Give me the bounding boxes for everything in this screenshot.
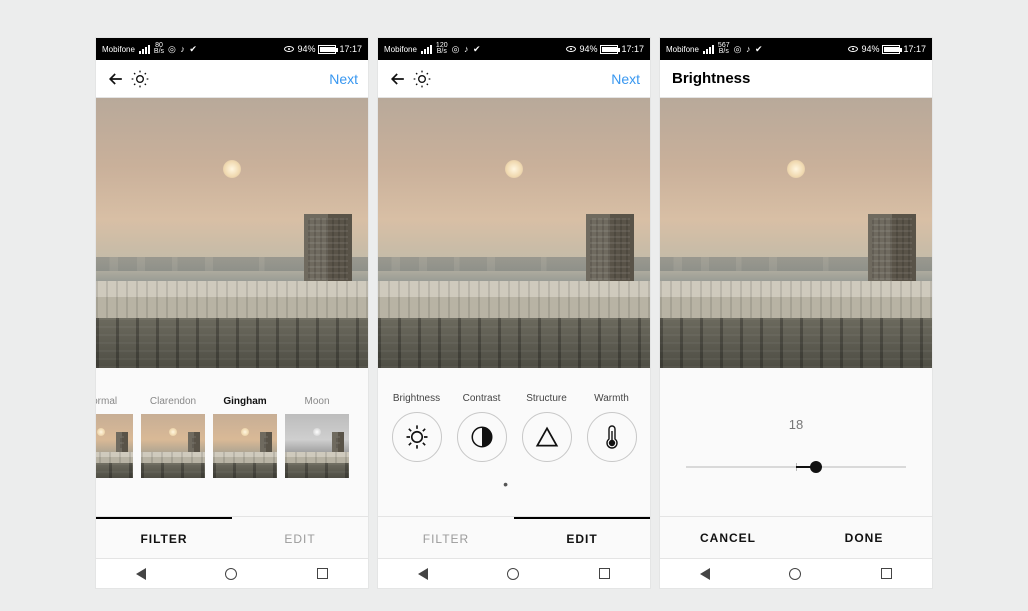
contrast-icon (469, 424, 495, 450)
nav-recent-icon[interactable] (317, 568, 328, 579)
page-indicator: •• (378, 476, 650, 492)
header: Next (96, 60, 368, 98)
filter-thumb (213, 414, 277, 478)
status-bar: Mobifone 120B/s ◎ ♪ ✔ 94% 17:17 (378, 38, 650, 60)
sun-icon (412, 69, 432, 89)
status-bar: Mobifone 80B/s ◎ ♪ ✔ 94% 17:17 (96, 38, 368, 60)
signal-icon (139, 45, 150, 54)
status-bar: Mobifone 567B/s ◎ ♪ ✔ 94% 17:17 (660, 38, 932, 60)
back-button[interactable] (388, 69, 412, 89)
tab-edit[interactable]: EDIT (232, 517, 368, 558)
app-indicator-icons: ◎ ♪ ✔ (734, 44, 764, 55)
confirm-row: CANCEL DONE (660, 516, 932, 558)
clock: 17:17 (339, 44, 362, 54)
eye-comfort-icon (566, 46, 576, 52)
tab-edit[interactable]: EDIT (514, 517, 650, 558)
lux-button[interactable] (130, 69, 329, 89)
sun-icon (403, 423, 431, 451)
nav-recent-icon[interactable] (599, 568, 610, 579)
signal-icon (703, 45, 714, 54)
nav-back-icon[interactable] (700, 568, 710, 580)
tool-structure[interactable]: Structure (517, 393, 577, 462)
carrier-label: Mobifone (102, 45, 135, 54)
eye-comfort-icon (848, 46, 858, 52)
nav-back-icon[interactable] (418, 568, 428, 580)
brightness-slider[interactable] (686, 466, 906, 468)
slider-thumb[interactable] (810, 461, 822, 473)
header: Next (378, 60, 650, 98)
filter-clarendon[interactable]: Clarendon (140, 396, 206, 478)
app-indicator-icons: ◎ ♪ ✔ (168, 44, 198, 55)
eye-comfort-icon (284, 46, 294, 52)
battery-icon (882, 45, 900, 54)
screen-brightness: Mobifone 567B/s ◎ ♪ ✔ 94% 17:17 Brightne… (660, 38, 932, 588)
photo-preview[interactable] (96, 98, 368, 368)
tab-filter[interactable]: FILTER (378, 517, 514, 558)
nav-back-icon[interactable] (136, 568, 146, 580)
lux-button[interactable] (412, 69, 611, 89)
next-button[interactable]: Next (329, 71, 358, 87)
nav-home-icon[interactable] (507, 568, 519, 580)
tool-contrast[interactable]: Contrast (452, 393, 512, 462)
back-button[interactable] (106, 69, 130, 89)
arrow-left-icon (106, 69, 126, 89)
photo-preview[interactable] (378, 98, 650, 368)
filter-thumb (141, 414, 205, 478)
filter-moon[interactable]: Moon (284, 396, 350, 478)
filter-thumb (285, 414, 349, 478)
nav-home-icon[interactable] (789, 568, 801, 580)
nav-home-icon[interactable] (225, 568, 237, 580)
bottom-tabs: FILTER EDIT (378, 516, 650, 558)
android-nav (378, 558, 650, 588)
filter-thumb (96, 414, 133, 478)
battery-icon (318, 45, 336, 54)
android-nav (96, 558, 368, 588)
battery-icon (600, 45, 618, 54)
thermometer-icon (600, 423, 624, 451)
tool-warmth[interactable]: Warmth (582, 393, 642, 462)
screen-edit: Mobifone 120B/s ◎ ♪ ✔ 94% 17:17 Next (378, 38, 650, 588)
triangle-icon (534, 424, 560, 450)
filter-gingham[interactable]: Gingham (212, 396, 278, 478)
android-nav (660, 558, 932, 588)
signal-icon (421, 45, 432, 54)
bottom-tabs: FILTER EDIT (96, 516, 368, 558)
edit-tools[interactable]: Brightness Contrast Structure (378, 393, 650, 462)
slider-value: 18 (789, 417, 803, 432)
battery-pct: 94% (297, 44, 315, 54)
done-button[interactable]: DONE (796, 517, 932, 558)
photo-preview[interactable] (660, 98, 932, 368)
sun-icon (130, 69, 150, 89)
tool-brightness[interactable]: Brightness (387, 393, 447, 462)
tab-filter[interactable]: FILTER (96, 517, 232, 558)
filter-normal[interactable]: Normal (96, 396, 134, 478)
filter-strip[interactable]: Normal Clarendon Gingham Moon (96, 368, 368, 516)
nav-recent-icon[interactable] (881, 568, 892, 579)
page-title: Brightness (672, 70, 750, 87)
next-button[interactable]: Next (611, 71, 640, 87)
screen-filter: Mobifone 80B/s ◎ ♪ ✔ 94% 17:17 Next (96, 38, 368, 588)
cancel-button[interactable]: CANCEL (660, 517, 796, 558)
arrow-left-icon (388, 69, 408, 89)
app-indicator-icons: ◎ ♪ ✔ (452, 44, 482, 55)
header: Brightness (660, 60, 932, 98)
